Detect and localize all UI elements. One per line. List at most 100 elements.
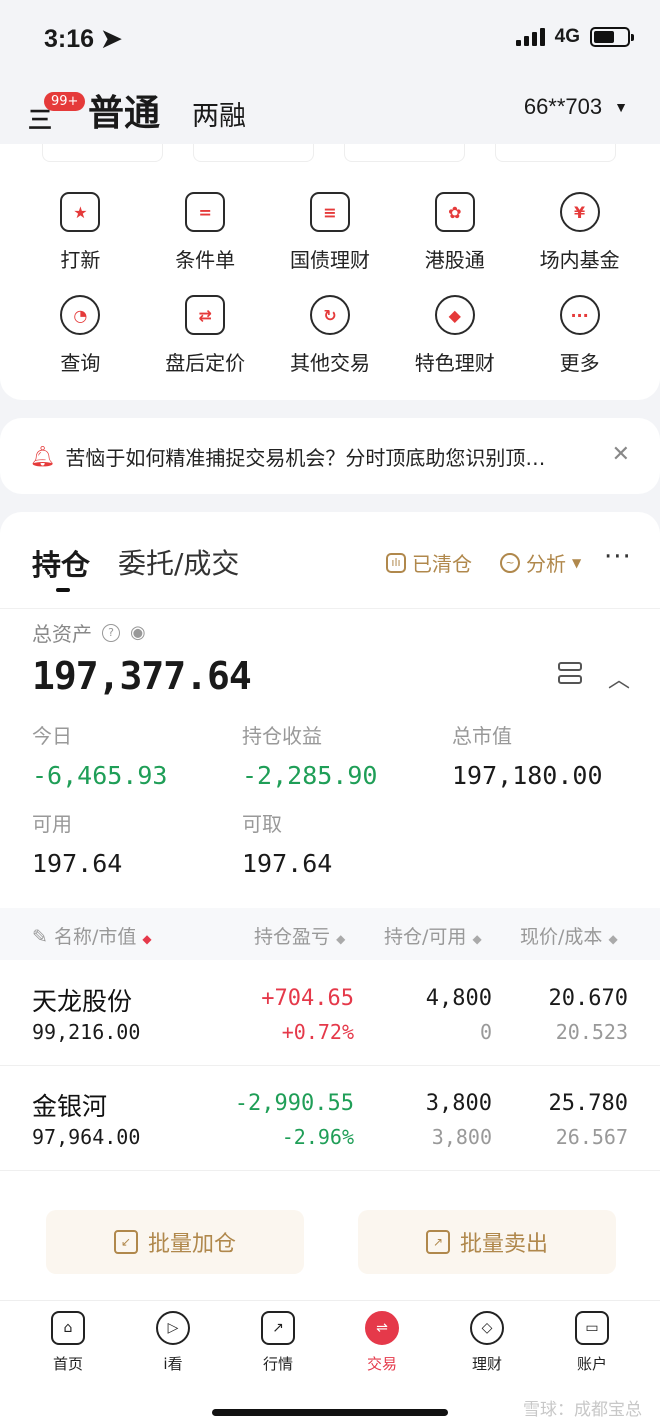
action-label: 打新	[60, 248, 101, 272]
action-bond[interactable]: ≡ 国债理财	[268, 192, 393, 273]
stock-available: 3,800	[431, 1125, 492, 1149]
column-pnl-header[interactable]: 持仓盈亏 ◆	[254, 922, 345, 949]
stock-name: 金银河	[32, 1092, 108, 1121]
nav-home[interactable]: ⌂ 首页	[28, 1311, 108, 1374]
stat-value: -6,465.93	[32, 761, 168, 790]
header-label: 持仓/可用	[384, 926, 467, 948]
notice-text: 苦恼于如何精准捕捉交易机会？分时顶底助您识别顶…	[65, 445, 546, 470]
sort-icon: ◆	[472, 932, 482, 946]
column-position-header[interactable]: 持仓/可用 ◆	[384, 922, 482, 949]
layout-toggle-icon[interactable]	[558, 662, 582, 684]
network-type: 4G	[554, 26, 580, 47]
nav-trade[interactable]: ⇌ 交易	[342, 1311, 422, 1374]
action-query[interactable]: ◔ 查询	[18, 295, 143, 376]
tab-normal[interactable]: 普通	[88, 84, 160, 136]
stat-value: -2,285.90	[242, 761, 378, 790]
analysis-label: 分析	[526, 552, 566, 576]
action-label: 条件单	[175, 248, 236, 272]
sort-icon: ◆	[142, 932, 152, 946]
stock-name: 天龙股份	[32, 987, 133, 1016]
batch-add-button[interactable]: ↙ 批量加仓	[46, 1210, 304, 1274]
action-etf[interactable]: ¥ 场内基金	[517, 192, 642, 273]
help-icon[interactable]: ?	[102, 623, 120, 642]
nav-label: 交易	[366, 1355, 397, 1373]
nav-account[interactable]: ▭ 账户	[552, 1311, 632, 1374]
collapsed-row	[42, 144, 616, 162]
action-after-hours[interactable]: ⇄ 盘后定价	[143, 295, 268, 376]
action-conditional-order[interactable]: = 条件单	[143, 192, 268, 273]
nav-watch[interactable]: ▷ i看	[133, 1311, 213, 1374]
stock-pnl-pct: +0.72%	[281, 1020, 354, 1044]
status-time: 3:16 ➤	[44, 25, 122, 53]
stat-value: 197,180.00	[452, 761, 603, 790]
nav-market[interactable]: ↗ 行情	[238, 1311, 318, 1374]
column-name-header[interactable]: ✎ 名称/市值 ◆	[32, 922, 152, 949]
search-icon: ◔	[60, 295, 101, 335]
action-label: 场内基金	[539, 248, 620, 272]
nav-wealth[interactable]: ◇ 理财	[447, 1311, 527, 1374]
account-selector[interactable]: 66**703 ▼	[524, 94, 628, 120]
stat-label: 可取	[242, 812, 282, 836]
action-hk-connect[interactable]: ✿ 港股通	[392, 192, 517, 273]
nav-label: i看	[163, 1355, 183, 1373]
quick-actions-grid: ★ 打新 = 条件单 ≡ 国债理财 ✿ 港股通 ¥ 场内基金 ◔ 查询 ⇄ 盘后…	[0, 192, 660, 376]
tab-positions[interactable]: 持仓	[32, 542, 90, 584]
cleared-label: 已清仓	[412, 552, 472, 576]
stat-label: 今日	[32, 724, 72, 748]
notice-banner[interactable]: 🔔︎ 苦恼于如何精准捕捉交易机会？分时顶底助您识别顶… ✕	[0, 418, 660, 494]
document-icon: =	[185, 192, 226, 232]
nav-label: 账户	[576, 1355, 607, 1373]
medal-icon: ◆	[434, 295, 475, 335]
stat-value: 197.64	[32, 849, 123, 878]
chart-icon: ↗	[261, 1311, 295, 1345]
add-position-icon: ↙	[113, 1230, 138, 1254]
more-options-icon[interactable]: ···	[604, 542, 632, 572]
column-price-header[interactable]: 现价/成本 ◆	[520, 922, 618, 949]
divider	[0, 608, 660, 609]
action-more[interactable]: ··· 更多	[517, 295, 642, 376]
bottom-nav: ⌂ 首页 ▷ i看 ↗ 行情 ⇌ 交易 ◇ 理财 ▭ 账户 雪球：成都宝总	[0, 1300, 660, 1428]
analysis-button[interactable]: ~ 分析 ▼	[500, 548, 581, 577]
nav-label: 行情	[262, 1355, 293, 1373]
eye-icon[interactable]: ◉	[130, 622, 146, 643]
home-icon: ⌂	[51, 1311, 85, 1345]
stat-today: 今日 -6,465.93	[32, 720, 167, 790]
bell-icon: 🔔︎	[30, 444, 56, 468]
trade-icon: ⇌	[365, 1311, 399, 1345]
total-assets-label: 总资产 ? ◉	[32, 618, 146, 647]
stock-price: 20.670	[548, 986, 628, 1011]
table-row[interactable]: 天龙股份 99,216.00 +704.65 +0.72% 4,800 0 20…	[0, 962, 660, 1066]
stock-pnl-pct: -2.96%	[281, 1125, 354, 1149]
action-other-trade[interactable]: ↻ 其他交易	[268, 295, 393, 376]
action-label: 查询	[60, 351, 101, 375]
table-row[interactable]: 金银河 97,964.00 -2,990.55 -2.96% 3,800 3,8…	[0, 1067, 660, 1171]
action-special-wealth[interactable]: ◆ 特色理财	[392, 295, 517, 376]
stock-position: 4,800	[425, 986, 492, 1011]
stock-price: 25.780	[548, 1091, 628, 1116]
stat-label: 可用	[32, 812, 72, 836]
action-ipo[interactable]: ★ 打新	[18, 192, 143, 273]
close-icon[interactable]: ✕	[612, 442, 630, 467]
cleared-button[interactable]: ılı 已清仓	[386, 548, 472, 577]
sell-position-icon: ↗	[425, 1230, 450, 1254]
stock-market-value: 97,964.00	[32, 1125, 141, 1149]
batch-sell-button[interactable]: ↗ 批量卖出	[358, 1210, 616, 1274]
action-label: 其他交易	[289, 351, 370, 375]
stat-label: 总市值	[452, 724, 512, 748]
play-icon: ▷	[156, 1311, 190, 1345]
home-indicator	[212, 1409, 448, 1416]
notification-badge: 99+	[44, 92, 86, 111]
watermark: 雪球：成都宝总	[523, 1400, 642, 1420]
signal-icon	[515, 28, 545, 46]
more-icon: ···	[559, 295, 600, 335]
tab-orders[interactable]: 委托/成交	[118, 542, 239, 582]
account-number: 66**703	[523, 94, 603, 119]
caret-down-icon: ▼	[572, 555, 582, 570]
sort-icon: ◆	[608, 932, 618, 946]
action-label: 更多	[559, 351, 600, 375]
status-bar: 3:16 ➤ 4G	[0, 0, 660, 78]
tab-margin[interactable]: 两融	[192, 94, 246, 133]
batch-sell-label: 批量卖出	[459, 1232, 548, 1257]
chevron-up-icon[interactable]: ︿	[608, 662, 630, 694]
top-nav: 三 99+ 普通 两融 66**703 ▼	[0, 78, 660, 144]
